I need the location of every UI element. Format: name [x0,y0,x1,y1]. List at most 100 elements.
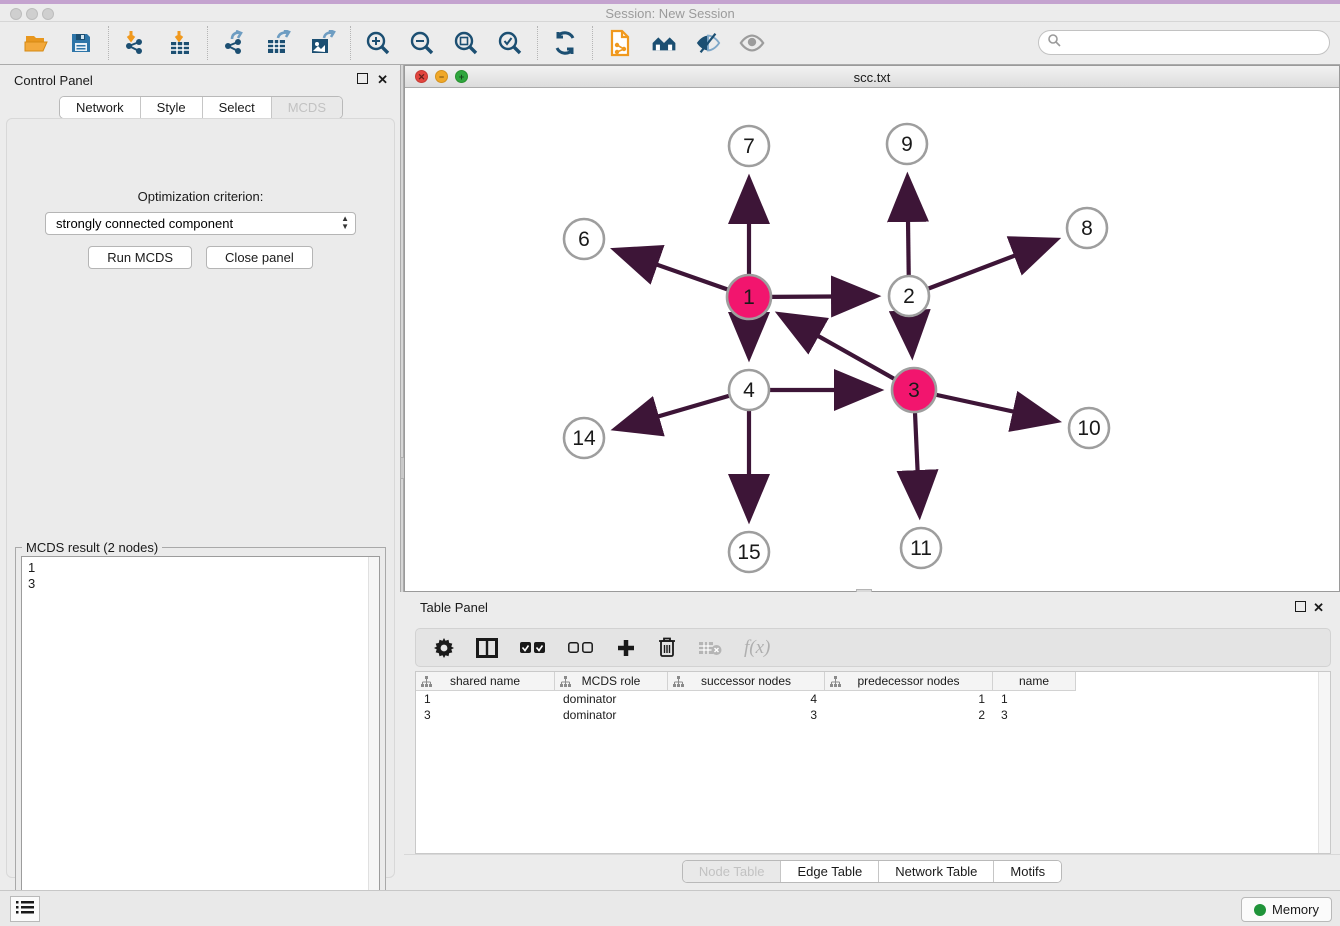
graph-node-11[interactable]: 11 [901,528,941,568]
save-session-icon[interactable] [68,30,94,56]
graph-node-2[interactable]: 2 [889,276,929,316]
column-header-predecessor-nodes[interactable]: predecessor nodes [825,672,993,691]
tab-edge-table[interactable]: Edge Table [781,861,879,882]
graph-node-1[interactable]: 1 [727,275,771,319]
search-field[interactable] [1038,30,1330,55]
column-header-shared-name[interactable]: shared name [416,672,555,691]
table-row[interactable]: 3dominator323 [416,707,1076,723]
table-scrollbar[interactable] [1318,672,1330,853]
table-cell[interactable]: 2 [825,707,993,723]
refresh-icon[interactable] [552,30,578,56]
graph-node-15[interactable]: 15 [729,532,769,572]
edge-3-11[interactable] [915,413,919,512]
new-network-from-selection-icon[interactable] [607,30,633,56]
export-network-icon[interactable] [222,30,248,56]
zoom-out-icon[interactable] [409,30,435,56]
edge-1-2[interactable] [772,296,873,297]
table-cell[interactable]: 3 [668,707,825,723]
mcds-result-title: MCDS result (2 nodes) [22,540,162,555]
optimization-criterion-dropdown[interactable]: strongly connected component ▲▼ [45,212,356,235]
memory-button[interactable]: Memory [1241,897,1332,922]
column-label: successor nodes [701,674,791,688]
column-header-MCDS-role[interactable]: MCDS role [555,672,668,691]
import-table-icon[interactable] [167,30,193,56]
graph-node-7[interactable]: 7 [729,126,769,166]
graph-node-6[interactable]: 6 [564,219,604,259]
table-cell[interactable]: 4 [668,691,825,707]
network-canvas[interactable]: 7 9 6 8 1 2 4 3 14 10 15 11 [405,88,1339,591]
tab-select[interactable]: Select [203,97,272,118]
edge-3-1[interactable] [782,316,894,379]
svg-text:1: 1 [743,286,755,309]
svg-text:15: 15 [737,541,760,564]
mcds-panel: Optimization criterion: strongly connect… [6,118,395,878]
export-image-icon[interactable] [310,30,336,56]
tab-motifs[interactable]: Motifs [994,861,1061,882]
mcds-result-values: 1 3 [28,560,35,592]
edge-4-14[interactable] [619,396,729,428]
run-mcds-button[interactable]: Run MCDS [88,246,192,269]
mcds-result-textarea[interactable]: 1 3 [21,556,380,919]
tab-network[interactable]: Network [60,97,141,118]
tab-node-table[interactable]: Node Table [683,861,782,882]
tab-mcds[interactable]: MCDS [272,97,342,118]
table-cell[interactable]: 3 [416,707,555,723]
column-label: predecessor nodes [857,674,959,688]
table-cell[interactable]: dominator [555,691,668,707]
graph-node-10[interactable]: 10 [1069,408,1109,448]
edge-3-10[interactable] [936,395,1053,420]
table-cell[interactable]: dominator [555,707,668,723]
hide-selected-icon[interactable] [695,30,721,56]
edge-2-3[interactable] [910,317,912,352]
graph-node-14[interactable]: 14 [564,418,604,458]
network-window-titlebar[interactable]: ✕ − + scc.txt [405,66,1339,88]
table-cell[interactable]: 1 [825,691,993,707]
task-history-button[interactable] [10,896,40,922]
columns-icon[interactable] [476,636,498,660]
graph-node-8[interactable]: 8 [1067,208,1107,248]
svg-text:9: 9 [901,133,913,156]
export-table-icon[interactable] [266,30,292,56]
main-toolbar [0,22,1340,65]
add-column-icon[interactable] [616,636,636,660]
result-scrollbar[interactable] [368,557,379,918]
deselect-all-checkboxes-icon[interactable] [568,636,594,660]
graph-node-9[interactable]: 9 [887,124,927,164]
close-panel-icon[interactable]: ✕ [377,72,388,88]
select-all-checkboxes-icon[interactable] [520,636,546,660]
optimization-criterion-label: Optimization criterion: [7,189,394,204]
delete-table-icon[interactable] [698,636,722,660]
table-cell[interactable]: 3 [993,707,1076,723]
import-network-icon[interactable] [123,30,149,56]
graph-node-3[interactable]: 3 [892,368,936,412]
edge-2-8[interactable] [929,241,1054,289]
tab-network-table[interactable]: Network Table [879,861,994,882]
search-input[interactable] [1061,33,1329,53]
close-panel-button[interactable]: Close panel [206,246,313,269]
column-header-successor-nodes[interactable]: successor nodes [668,672,825,691]
edge-2-9[interactable] [907,180,908,275]
table-row[interactable]: 1dominator411 [416,691,1076,707]
show-all-icon[interactable] [739,30,765,56]
svg-text:14: 14 [572,427,596,450]
function-builder-icon[interactable]: f(x) [744,636,770,660]
column-header-name[interactable]: name [993,672,1076,691]
first-neighbors-icon[interactable] [651,30,677,56]
tab-style[interactable]: Style [141,97,203,118]
gear-icon[interactable] [434,636,454,660]
list-icon [16,900,34,919]
delete-column-icon[interactable] [658,636,676,660]
svg-text:6: 6 [578,228,590,251]
float-panel-icon[interactable] [357,72,368,87]
graph-node-4[interactable]: 4 [729,370,769,410]
table-cell[interactable]: 1 [416,691,555,707]
zoom-fit-icon[interactable] [453,30,479,56]
table-cell[interactable]: 1 [993,691,1076,707]
zoom-in-icon[interactable] [365,30,391,56]
table-rows: 1dominator4113dominator323 [416,691,1076,723]
table-close-panel-icon[interactable]: ✕ [1313,600,1324,616]
table-float-panel-icon[interactable] [1295,600,1306,615]
edge-1-6[interactable] [618,251,727,289]
open-file-icon[interactable] [24,30,50,56]
zoom-selected-icon[interactable] [497,30,523,56]
